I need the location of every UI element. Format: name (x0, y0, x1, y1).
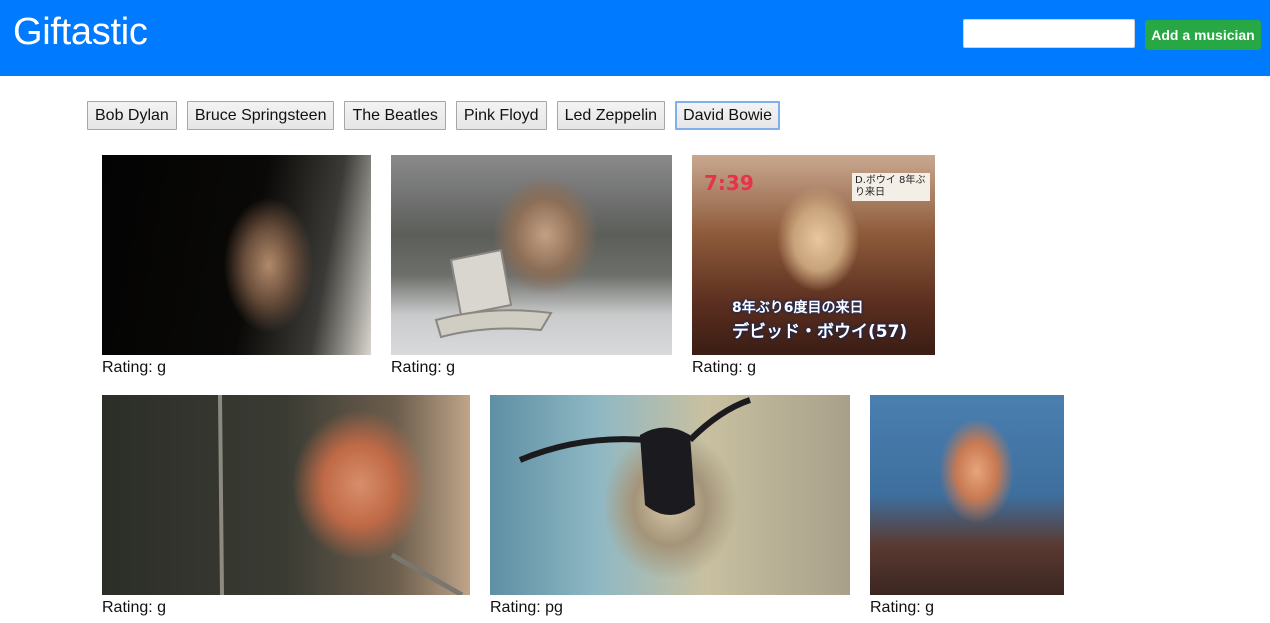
gif-image[interactable] (870, 395, 1064, 595)
musician-button-david-bowie[interactable]: David Bowie (675, 101, 781, 130)
gif-image[interactable] (102, 395, 470, 595)
brand-title[interactable]: Giftastic (13, 10, 148, 54)
musician-button-bob-dylan[interactable]: Bob Dylan (87, 101, 177, 130)
musician-button-pink-floyd[interactable]: Pink Floyd (455, 101, 547, 130)
mask-icon (518, 397, 751, 515)
add-musician-button[interactable]: Add a musician (1145, 20, 1261, 50)
microphone-stand-icon (218, 395, 464, 595)
mtv-logo-icon (434, 248, 553, 339)
gif-card: Rating: g (391, 155, 672, 378)
navbar: Giftastic Add a musician (0, 0, 1270, 76)
gif-image[interactable]: 7:39 D.ボウイ 8年ぶり来日 8年ぶり6度目の来日 デビッド・ボウイ(57… (692, 155, 935, 355)
gif-rating: Rating: g (102, 359, 167, 376)
gif-image[interactable] (490, 395, 850, 595)
overlay-name: デビッド・ボウイ(57) (732, 322, 908, 342)
overlay-corner-caption: D.ボウイ 8年ぶり来日 (852, 173, 930, 201)
gif-rating: Rating: g (870, 599, 935, 616)
overlay-caption: 8年ぶり6度目の来日 (732, 300, 864, 316)
gif-image[interactable] (102, 155, 371, 355)
gif-card: Rating: g (870, 395, 1064, 618)
musician-button-led-zeppelin[interactable]: Led Zeppelin (556, 101, 666, 130)
gif-rating: Rating: g (391, 359, 456, 376)
gif-rating: Rating: g (692, 359, 757, 376)
gif-image[interactable] (391, 155, 672, 355)
musician-button-the-beatles[interactable]: The Beatles (344, 101, 446, 130)
gif-card: Rating: g (102, 155, 371, 378)
gif-rating: Rating: g (102, 599, 167, 616)
musician-input[interactable] (963, 19, 1135, 48)
musician-buttons: Bob Dylan Bruce Springsteen The Beatles … (87, 101, 781, 130)
gif-card: Rating: g (102, 395, 470, 618)
gif-rating: Rating: pg (490, 599, 563, 616)
overlay-time: 7:39 (704, 171, 754, 195)
musician-button-bruce-springsteen[interactable]: Bruce Springsteen (186, 101, 335, 130)
gif-card: Rating: pg (490, 395, 850, 618)
gif-card: 7:39 D.ボウイ 8年ぶり来日 8年ぶり6度目の来日 デビッド・ボウイ(57… (692, 155, 935, 378)
